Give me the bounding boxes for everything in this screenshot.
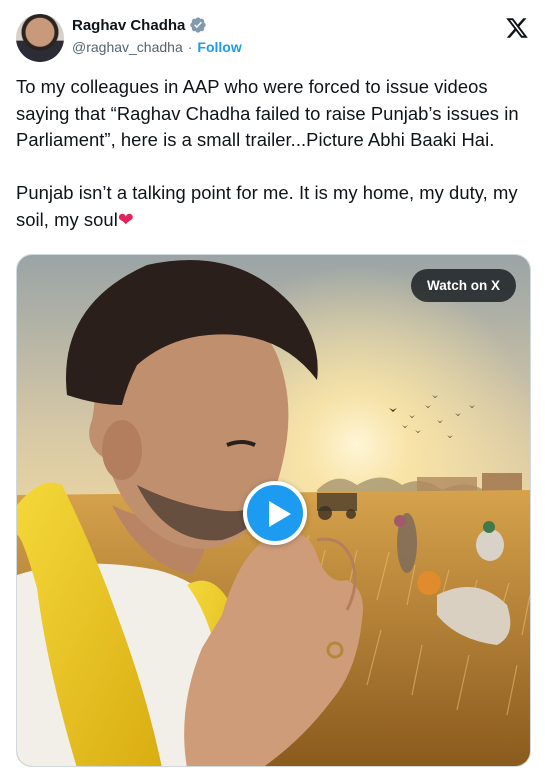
play-button[interactable] xyxy=(243,481,307,545)
author-name-row: Raghav Chadha xyxy=(72,16,207,34)
author-name[interactable]: Raghav Chadha xyxy=(72,17,185,34)
separator-dot: · xyxy=(187,39,193,55)
tweet-paragraph-1: To my colleagues in AAP who were forced … xyxy=(16,76,524,150)
author-handle-row: @raghav_chadha · Follow xyxy=(72,39,242,55)
x-logo-icon[interactable] xyxy=(505,16,529,40)
tweet-text: To my colleagues in AAP who were forced … xyxy=(16,74,531,234)
tweet-paragraph-2: Punjab isn’t a talking point for me. It … xyxy=(16,182,523,230)
verified-badge-icon xyxy=(190,17,207,33)
avatar[interactable] xyxy=(16,14,64,62)
watch-on-x-button[interactable]: Watch on X xyxy=(411,269,516,302)
author-handle[interactable]: @raghav_chadha xyxy=(72,39,183,55)
play-icon xyxy=(269,501,291,527)
follow-button[interactable]: Follow xyxy=(197,39,241,55)
heart-emoji-icon: ❤ xyxy=(117,209,134,231)
video-media[interactable]: Watch on X xyxy=(16,254,531,767)
tweet-card: Raghav Chadha @raghav_chadha · Follow To… xyxy=(0,0,545,780)
